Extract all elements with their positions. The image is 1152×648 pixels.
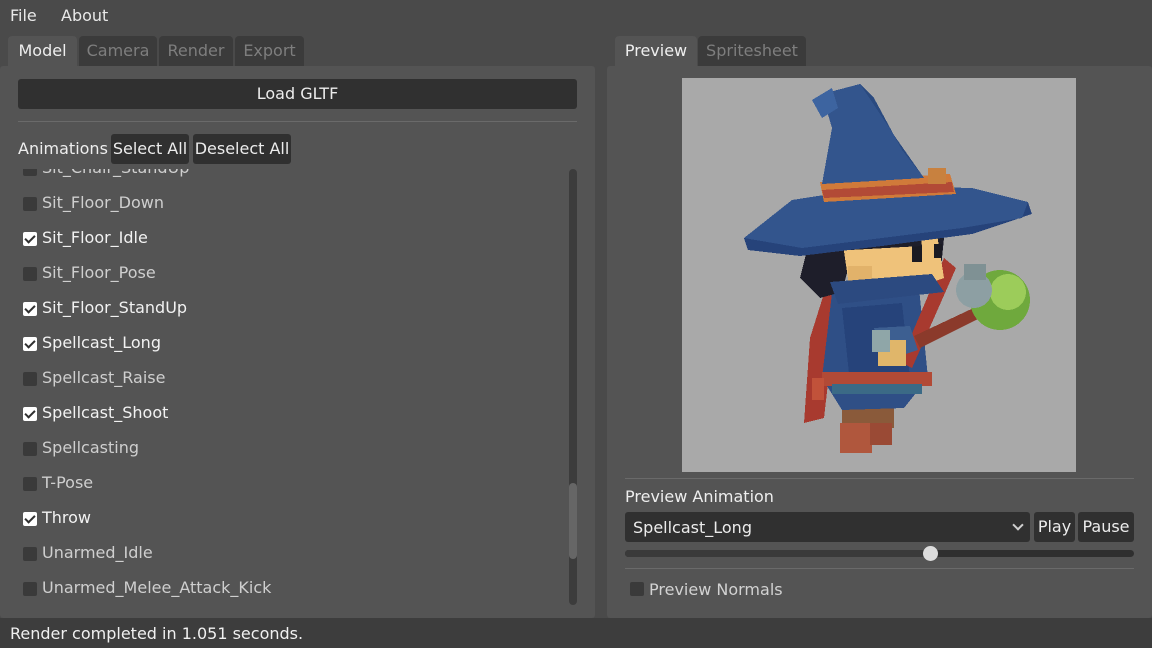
animation-name[interactable]: Spellcast_Shoot [42, 403, 168, 422]
chevron-down-icon [1012, 519, 1024, 531]
tab-preview[interactable]: Preview [615, 36, 697, 67]
select-all-button[interactable]: Select All [111, 134, 189, 164]
preview-normals-checkbox[interactable] [630, 582, 644, 596]
tab-camera[interactable]: Camera [79, 36, 157, 67]
preview-animation-label: Preview Animation [625, 487, 774, 506]
animation-checkbox[interactable] [23, 169, 37, 176]
animation-list-item[interactable]: Spellcasting [18, 431, 566, 466]
animation-name[interactable]: Sit_Floor_Idle [42, 228, 148, 247]
divider [625, 568, 1134, 569]
status-bar: Render completed in 1.051 seconds. [0, 618, 1152, 648]
animation-name[interactable]: Sit_Chair_StandUp [42, 169, 189, 177]
animation-checkbox[interactable] [23, 302, 37, 316]
animation-list-scrollbar[interactable] [569, 169, 577, 605]
animation-checkbox[interactable] [23, 372, 37, 386]
animation-checkbox[interactable] [23, 337, 37, 351]
animation-name[interactable]: Unarmed_Idle [42, 543, 153, 562]
animation-name[interactable]: Spellcast_Raise [42, 368, 165, 387]
animation-name[interactable]: Throw [42, 508, 91, 527]
load-gltf-button[interactable]: Load GLTF [18, 79, 577, 109]
animation-checkbox[interactable] [23, 477, 37, 491]
play-button[interactable]: Play [1034, 512, 1075, 542]
animation-checkbox[interactable] [23, 442, 37, 456]
animation-list: Sit_Chair_StandUp Sit_Floor_Down Sit_Floor… [18, 169, 566, 605]
tab-spritesheet[interactable]: Spritesheet [698, 36, 806, 67]
menu-about[interactable]: About [61, 6, 108, 25]
menu-bar: File About [0, 0, 1152, 31]
divider [625, 478, 1134, 479]
scrollbar-thumb[interactable] [569, 483, 577, 559]
wizard-character-image [744, 84, 1032, 453]
tab-render[interactable]: Render [159, 36, 233, 67]
animation-list-item[interactable]: Unarmed_Idle [18, 536, 566, 571]
animation-list-item[interactable]: Sit_Chair_StandUp [18, 169, 566, 186]
animation-list-item[interactable]: Sit_Floor_Down [18, 186, 566, 221]
animation-checkbox[interactable] [23, 267, 37, 281]
animation-checkbox[interactable] [23, 407, 37, 421]
animation-name[interactable]: Sit_Floor_StandUp [42, 298, 187, 317]
animation-name[interactable]: T-Pose [42, 473, 93, 492]
animation-name[interactable]: Spellcast_Long [42, 333, 161, 352]
animation-list-item[interactable]: Spellcast_Shoot [18, 396, 566, 431]
animations-label: Animations [18, 139, 108, 158]
animation-name[interactable]: Sit_Floor_Down [42, 193, 164, 212]
animation-list-item[interactable]: Unarmed_Melee_Attack_Kick [18, 571, 566, 605]
animation-list-item[interactable]: T-Pose [18, 466, 566, 501]
animation-list-item[interactable]: Throw [18, 501, 566, 536]
animation-progress-slider[interactable] [625, 546, 1134, 561]
animation-list-item[interactable]: Sit_Floor_StandUp [18, 291, 566, 326]
animation-checkbox[interactable] [23, 512, 37, 526]
animation-name[interactable]: Unarmed_Melee_Attack_Kick [42, 578, 271, 597]
slider-fill [625, 550, 931, 557]
preview-normals-label[interactable]: Preview Normals [649, 580, 783, 599]
animation-checkbox[interactable] [23, 582, 37, 596]
animation-checkbox[interactable] [23, 232, 37, 246]
preview-animation-select[interactable]: Spellcast_Long [625, 512, 1030, 542]
animation-list-item[interactable]: Sit_Floor_Pose [18, 256, 566, 291]
selected-animation: Spellcast_Long [633, 518, 752, 537]
animation-list-item[interactable]: Sit_Floor_Idle [18, 221, 566, 256]
preview-viewport [682, 78, 1076, 472]
divider [18, 121, 577, 122]
pause-button[interactable]: Pause [1078, 512, 1134, 542]
menu-file[interactable]: File [10, 6, 37, 25]
deselect-all-button[interactable]: Deselect All [193, 134, 291, 164]
animation-name[interactable]: Sit_Floor_Pose [42, 263, 156, 282]
animation-checkbox[interactable] [23, 197, 37, 211]
tab-export[interactable]: Export [235, 36, 304, 67]
animation-list-item[interactable]: Spellcast_Raise [18, 361, 566, 396]
animation-list-items: Sit_Chair_StandUp Sit_Floor_Down Sit_Floor… [18, 169, 566, 605]
status-text: Render completed in 1.051 seconds. [10, 624, 304, 643]
animation-checkbox[interactable] [23, 547, 37, 561]
animation-list-item[interactable]: Spellcast_Long [18, 326, 566, 361]
tab-model[interactable]: Model [8, 36, 77, 67]
animation-name[interactable]: Spellcasting [42, 438, 139, 457]
